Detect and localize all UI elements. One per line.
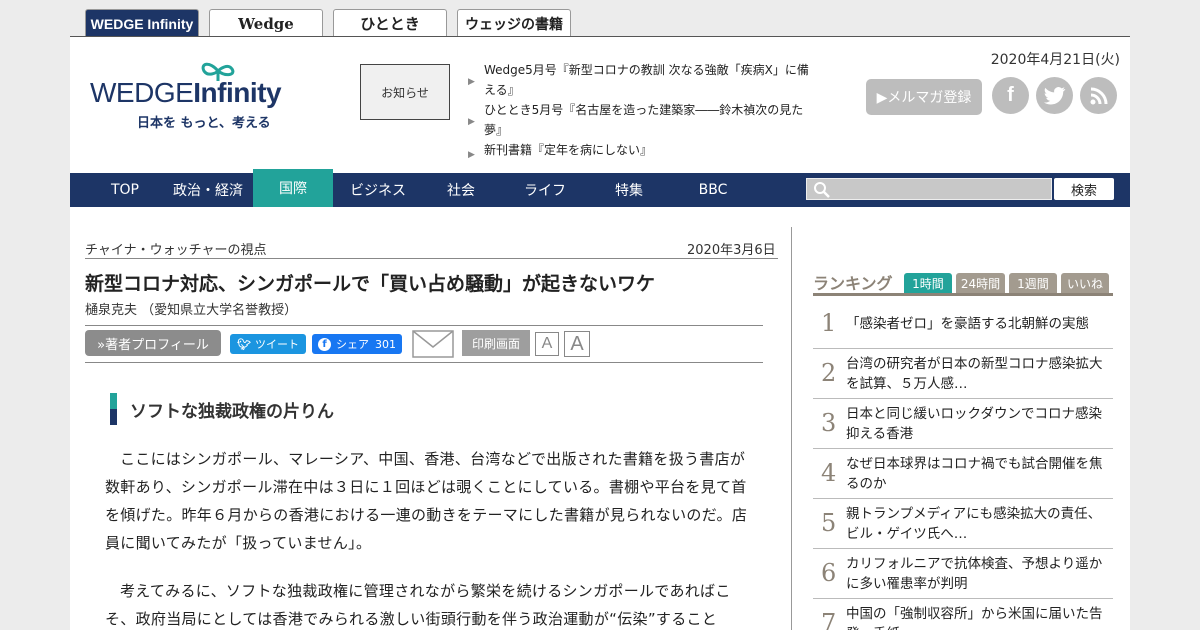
news-item[interactable]: ▶ Wedge5月号『新型コロナの教訓 次なる強敵「疾病X」に備える』 (468, 60, 813, 100)
logo-tagline: 日本を もっと、考える (137, 116, 271, 131)
ranking-item[interactable]: 7 中国の「強制収容所」から米国に届いた告発 手紙… (813, 599, 1113, 630)
search-icon (814, 182, 830, 198)
search-input[interactable] (806, 178, 1052, 200)
ranking-number: 1 (821, 309, 837, 337)
nav-life[interactable]: ライフ (506, 173, 584, 207)
ranking-item[interactable]: 2 台湾の研究者が日本の新型コロナ感染拡大を試算、５万人感… (813, 349, 1113, 399)
ranking-item[interactable]: 1 「感染者ゼロ」を豪語する北朝鮮の実態 (813, 299, 1113, 349)
ranking-number: 2 (821, 359, 837, 387)
article-date: 2020年3月6日 (687, 243, 776, 258)
ranking-text: 親トランプメディアにも感染拡大の責任、ビル・ゲイツ氏へ… (846, 506, 1102, 542)
author-profile-button[interactable]: »著者プロフィール (85, 330, 221, 356)
twitter-bird-icon (1043, 86, 1065, 105)
news-item[interactable]: ▶ 新刊書籍『定年を病にしない』 (468, 140, 813, 160)
notice-box[interactable]: お知らせ (360, 64, 450, 120)
ranking-header: ランキング 1時間 24時間 1週間 いいね (813, 270, 1113, 296)
search-button[interactable]: 検索 (1054, 178, 1114, 200)
font-small-button[interactable]: A (535, 332, 559, 356)
facebook-icon[interactable]: f (992, 77, 1029, 114)
rss-glyph-icon (1090, 87, 1107, 104)
tweet-button[interactable]: 🐦︎ ツイート (230, 334, 306, 354)
divider (85, 362, 763, 363)
page: WEDGEInfinity 日本を もっと、考える お知らせ ▶ Wedge5月… (70, 36, 1130, 630)
ranking-item[interactable]: 6 カリフォルニアで抗体検査、予想より遥かに多い罹患率が判明 (813, 549, 1113, 599)
ranking-number: 5 (821, 509, 837, 537)
ranking-text: 台湾の研究者が日本の新型コロナ感染拡大を試算、５万人感… (846, 356, 1103, 392)
section-marker (110, 393, 117, 425)
mailmag-button[interactable]: ▶メルマガ登録 (866, 79, 982, 115)
logo-infinity: Infinity (193, 77, 282, 108)
news-list: ▶ Wedge5月号『新型コロナの教訓 次なる強敵「疾病X」に備える』 ▶ ひと… (468, 60, 813, 160)
facebook-icon: f (318, 337, 331, 351)
news-text: ひととき5月号『名古屋を造った建築家――鈴木禎次の見た夢』 (484, 103, 804, 137)
current-date: 2020年4月21日(火) (990, 52, 1120, 68)
logo-wedge: WEDGE (90, 77, 194, 108)
site-tab-hitotoki[interactable]: ひととき (333, 9, 447, 37)
triangle-right-icon: ▶ (468, 77, 475, 87)
nav-bbc[interactable]: BBC (674, 173, 752, 207)
divider (85, 325, 763, 326)
site-tab-wedge-infinity[interactable]: WEDGE Infinity (85, 9, 199, 37)
triangle-right-icon: ▶ (468, 150, 475, 160)
share-count: 301 (375, 337, 396, 351)
ranking-tab-likes[interactable]: いいね (1061, 273, 1109, 293)
rss-icon[interactable] (1080, 77, 1117, 114)
nav-politics-economy[interactable]: 政治・経済 (166, 173, 250, 207)
facebook-share-button[interactable]: f シェア 301 (312, 334, 402, 354)
article-paragraph: 考えてみるに、ソフトな独裁政権に管理されながら繁栄を続けるシンガポールであればこ… (105, 582, 731, 628)
ranking-tab-24h[interactable]: 24時間 (956, 273, 1005, 293)
ranking-item[interactable]: 3 日本と同じ緩いロックダウンでコロナ感染抑える香港 (813, 399, 1113, 449)
ranking-number: 6 (821, 559, 837, 587)
ranking-title: ランキング (813, 274, 893, 293)
nav-top[interactable]: TOP (90, 173, 160, 207)
section-heading-text: ソフトな独裁政権の片りん (130, 401, 334, 422)
article-author: 樋泉克夫 （愛知県立大学名誉教授） (85, 303, 298, 318)
ranking-text: 「感染者ゼロ」を豪語する北朝鮮の実態 (846, 316, 1089, 332)
ranking-number: 4 (821, 459, 837, 487)
logo-wordmark: WEDGEInfinity (90, 77, 282, 109)
column-divider (791, 227, 792, 630)
ranking-text: カリフォルニアで抗体検査、予想より遥かに多い罹患率が判明 (846, 556, 1103, 592)
ranking-number: 7 (821, 609, 837, 630)
font-large-button[interactable]: A (564, 331, 590, 357)
nav-feature[interactable]: 特集 (590, 173, 668, 207)
news-text: Wedge5月号『新型コロナの教訓 次なる強敵「疾病X」に備える』 (484, 63, 809, 97)
print-button[interactable]: 印刷画面 (462, 330, 530, 356)
ranking-text: 中国の「強制収容所」から米国に届いた告発 手紙… (846, 606, 1103, 630)
divider (85, 258, 778, 259)
site-logo[interactable]: WEDGEInfinity 日本を もっと、考える (90, 59, 320, 131)
nav-business[interactable]: ビジネス (338, 173, 418, 207)
ranking-tab-1h[interactable]: 1時間 (904, 273, 952, 293)
ranking-item[interactable]: 5 親トランプメディアにも感染拡大の責任、ビル・ゲイツ氏へ… (813, 499, 1113, 549)
article-paragraph: ここにはシンガポール、マレーシア、中国、香港、台湾などで出版された書籍を扱う書店… (105, 450, 748, 552)
news-text: 新刊書籍『定年を病にしない』 (484, 143, 653, 157)
ranking-text: 日本と同じ緩いロックダウンでコロナ感染抑える香港 (846, 406, 1102, 442)
ranking-item[interactable]: 4 なぜ日本球界はコロナ禍でも試合開催を焦るのか (813, 449, 1113, 499)
mail-icon[interactable] (412, 329, 454, 359)
ranking-tab-1w[interactable]: 1週間 (1009, 273, 1057, 293)
article-series[interactable]: チャイナ・ウォッチャーの視点 (85, 239, 266, 258)
article-title: 新型コロナ対応、シンガポールで「買い占め騒動」が起きないワケ (85, 273, 656, 295)
twitter-icon[interactable] (1036, 77, 1073, 114)
ranking-text: なぜ日本球界はコロナ禍でも試合開催を焦るのか (846, 456, 1103, 492)
share-label: シェア (336, 338, 369, 351)
tweet-label: ツイート (254, 338, 299, 351)
twitter-icon: 🐦︎ (237, 337, 251, 351)
ranking-number: 3 (821, 409, 837, 437)
nav-society[interactable]: 社会 (422, 173, 500, 207)
site-tab-books[interactable]: ウェッジの書籍 (457, 9, 571, 37)
news-item[interactable]: ▶ ひととき5月号『名古屋を造った建築家――鈴木禎次の見た夢』 (468, 100, 813, 140)
main-nav: TOP 政治・経済 国際 ビジネス 社会 ライフ 特集 BBC 検索 (70, 169, 1130, 207)
site-tab-wedge[interactable]: Wedge (209, 9, 323, 37)
nav-international[interactable]: 国際 (253, 169, 333, 207)
triangle-right-icon: ▶ (468, 117, 475, 127)
section-heading: ソフトな独裁政権の片りん (110, 393, 334, 425)
